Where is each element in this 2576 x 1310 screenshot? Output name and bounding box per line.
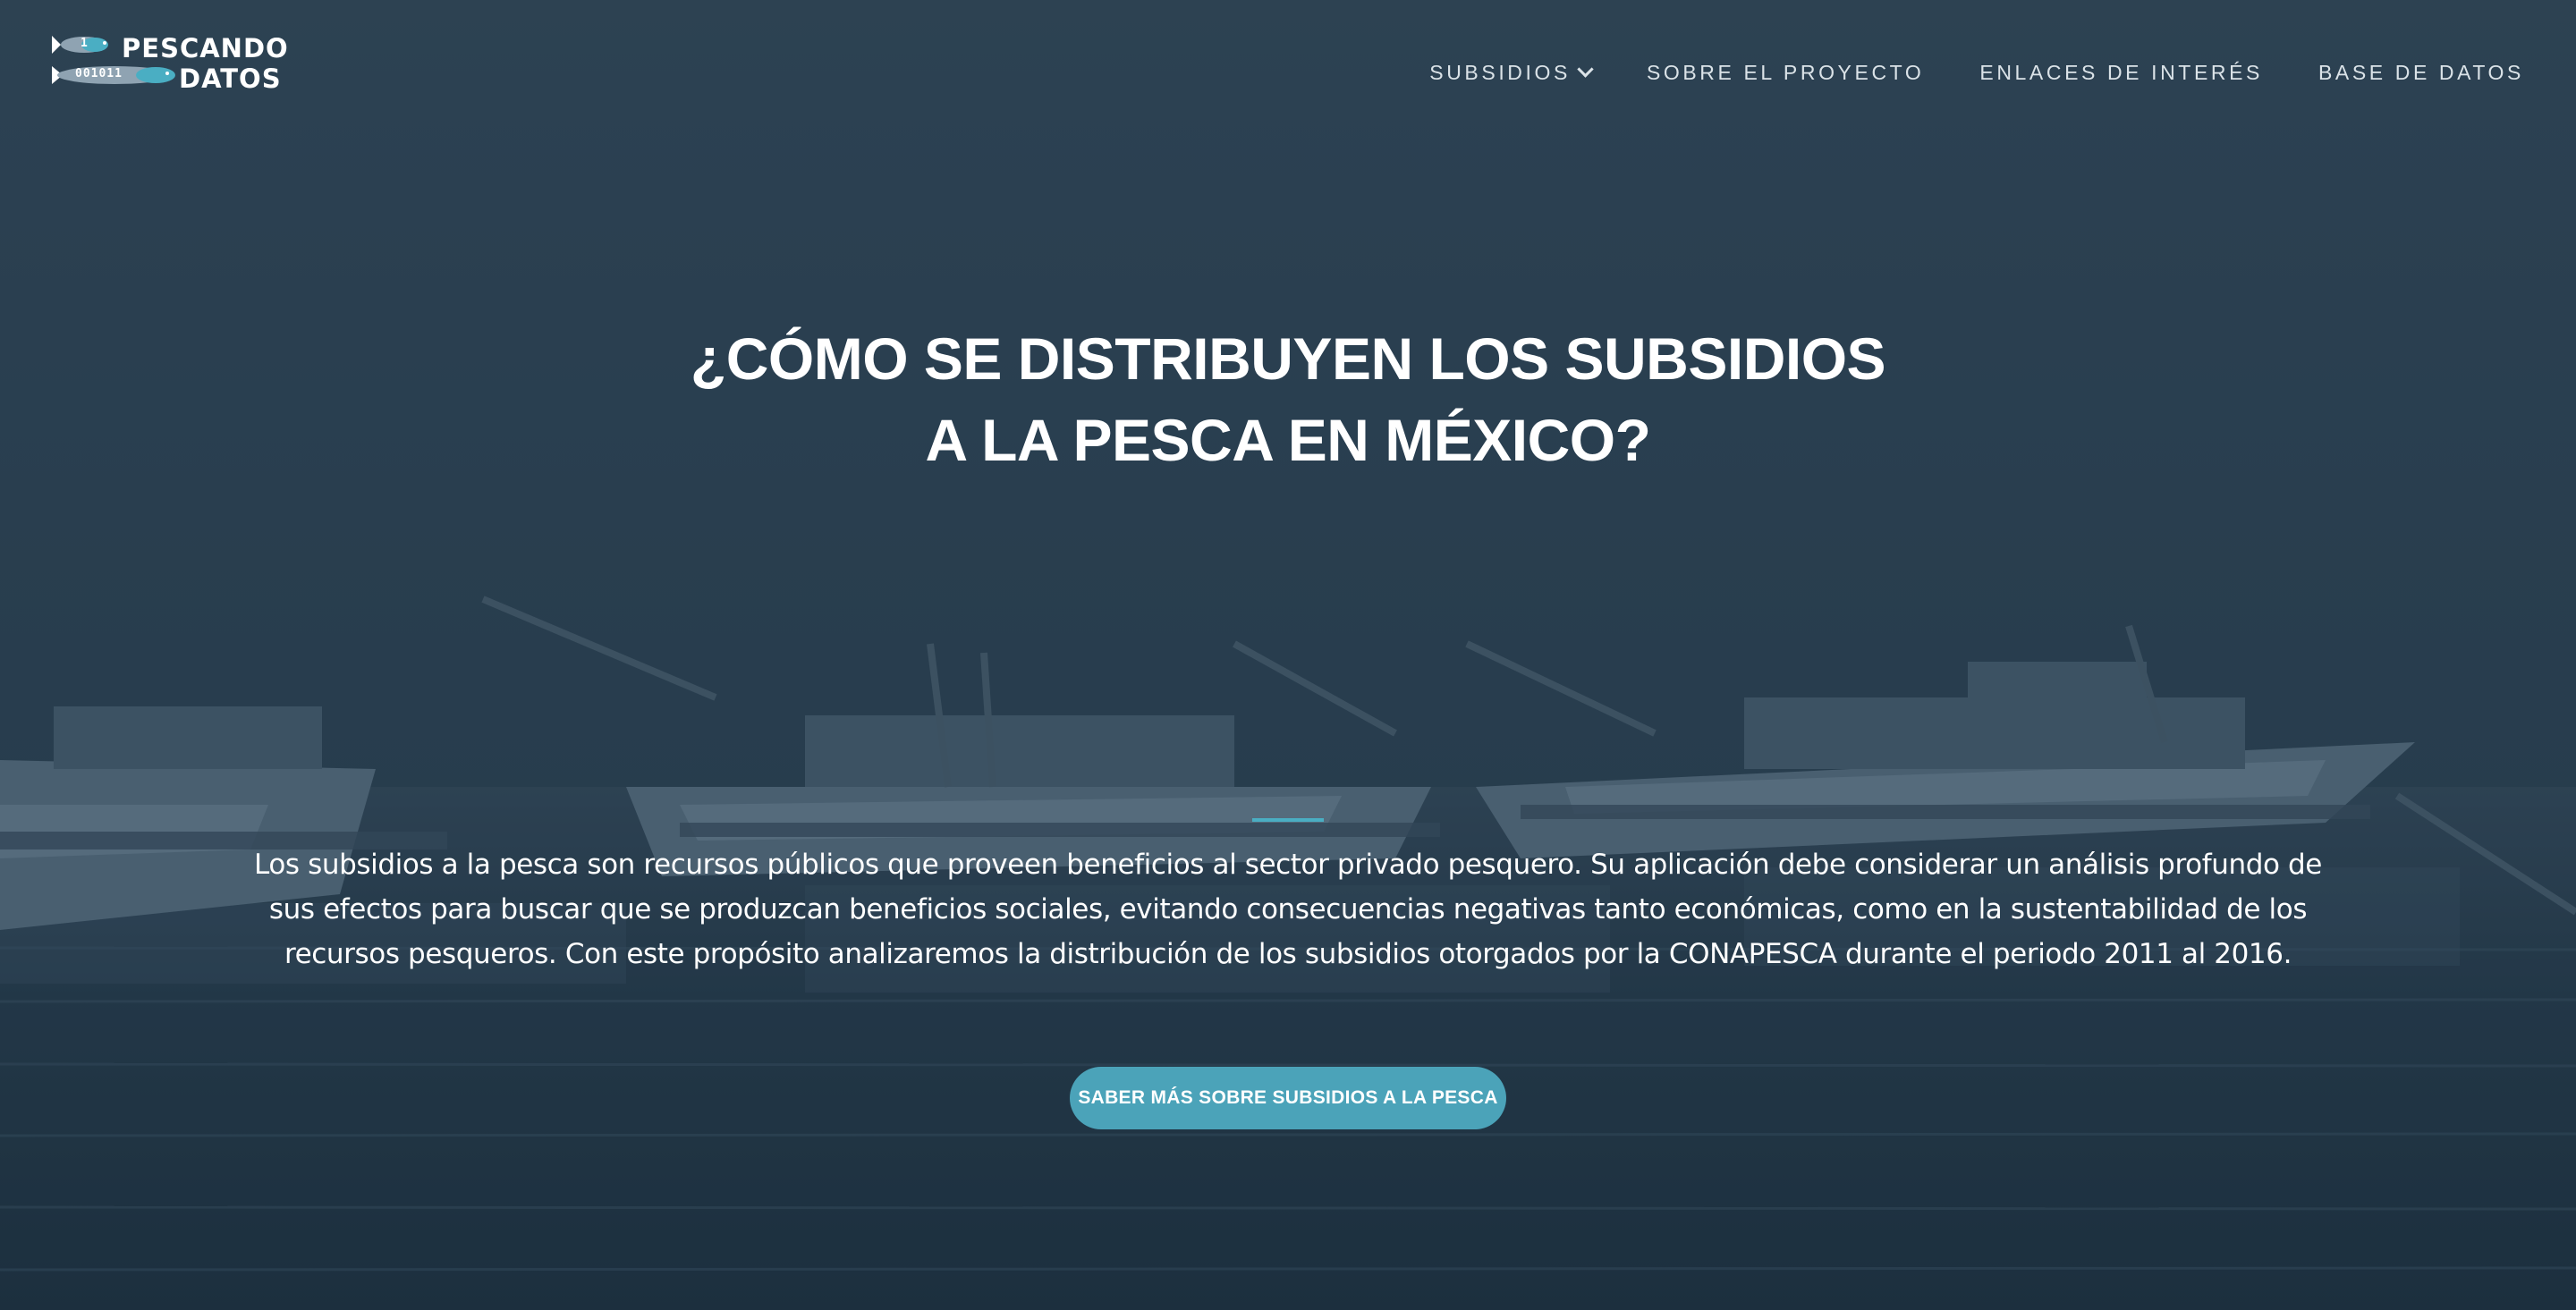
nav-item-label: SOBRE EL PROYECTO (1646, 61, 1925, 84)
nav-item-label: BASE DE DATOS (2318, 61, 2524, 84)
site-logo[interactable]: 1 001011 PESCANDO DATOS (50, 32, 288, 100)
nav-item-label: ENLACES DE INTERÉS (1979, 61, 2263, 84)
nav-item-subsidios[interactable]: SUBSIDIOS (1429, 61, 1594, 85)
logo-fish-code-2: 001011 (75, 67, 123, 80)
main-menu: SUBSIDIOS SOBRE EL PROYECTO ENLACES DE I… (1429, 61, 2524, 85)
nav-item-sobre-el-proyecto[interactable]: SOBRE EL PROYECTO (1647, 61, 1924, 85)
nav-item-enlaces-de-interes[interactable]: ENLACES DE INTERÉS (1979, 61, 2263, 85)
hero-title-line-2: A LA PESCA EN MÉXICO? (925, 407, 1651, 473)
top-navbar: 1 001011 PESCANDO DATOS SUBSIDIOS SOBRE … (0, 0, 2576, 152)
hero-title-line-1: ¿CÓMO SE DISTRIBUYEN LOS SUBSIDIOS (690, 325, 1886, 392)
logo-text-pescando: PESCANDO (122, 33, 289, 63)
hero-title: ¿CÓMO SE DISTRIBUYEN LOS SUBSIDIOS A LA … (0, 318, 2576, 481)
title-divider (1252, 818, 1324, 822)
logo-fish-code-1: 1 (80, 37, 88, 50)
learn-more-subsidies-button[interactable]: SABER MÁS SOBRE SUBSIDIOS A LA PESCA (1070, 1067, 1506, 1129)
hero-description: Los subsidios a la pesca son recursos pú… (254, 849, 2322, 970)
nav-item-label: SUBSIDIOS (1429, 61, 1571, 84)
logo-text-datos: DATOS (179, 63, 282, 94)
nav-item-base-de-datos[interactable]: BASE DE DATOS (2318, 61, 2524, 85)
chevron-down-icon (1577, 61, 1594, 78)
